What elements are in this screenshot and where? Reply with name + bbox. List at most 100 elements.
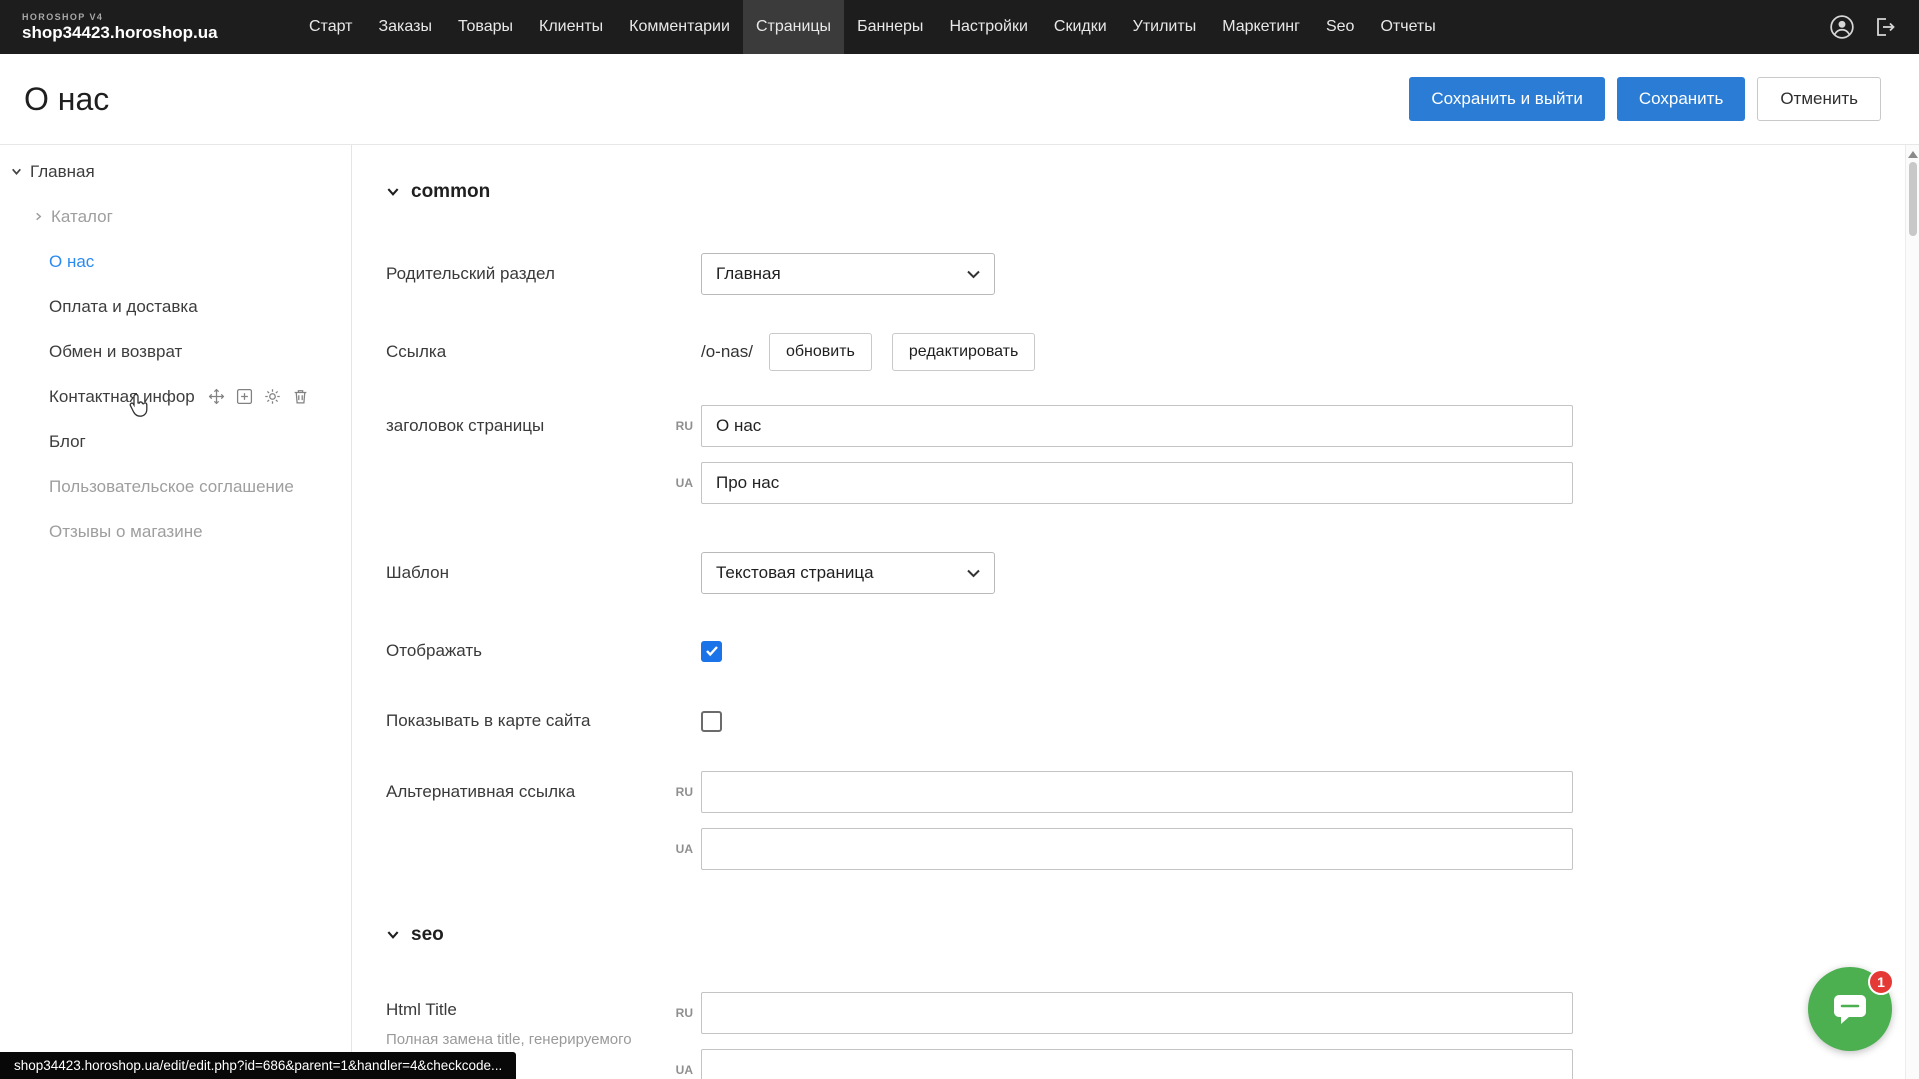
field-hint: Полная замена title, генерируемого xyxy=(386,1031,665,1048)
brand-version: HOROSHOP V4 xyxy=(22,12,274,22)
field-label: Шаблон xyxy=(386,563,701,583)
check-icon xyxy=(705,645,719,657)
alt-link-ua-input[interactable] xyxy=(701,828,1573,870)
brand-domain: shop34423.horoshop.ua xyxy=(22,23,274,43)
nav-item-banners[interactable]: Баннеры xyxy=(844,0,936,54)
sidebar-item-kontaktnaya-informatsiya[interactable]: Контактная инфор xyxy=(0,374,351,419)
sidebar-item-glavnaya[interactable]: Главная xyxy=(0,149,351,194)
nav-item-marketing[interactable]: Маркетинг xyxy=(1209,0,1313,54)
field-label: Ссылка xyxy=(386,342,701,362)
nav-item-comments[interactable]: Комментарии xyxy=(616,0,743,54)
page-url-path: /o-nas/ xyxy=(701,342,753,362)
topbar: HOROSHOP V4 shop34423.horoshop.ua Старт … xyxy=(0,0,1919,54)
tree-item-label: Отзывы о магазине xyxy=(49,522,203,542)
tree-item-label: Блог xyxy=(49,432,86,452)
lang-tag-ru: RU xyxy=(665,785,693,799)
nav-item-products[interactable]: Товары xyxy=(445,0,526,54)
sitemap-checkbox[interactable] xyxy=(701,711,722,732)
sidebar-item-oplata-i-dostavka[interactable]: Оплата и доставка xyxy=(0,284,351,329)
save-button[interactable]: Сохранить xyxy=(1617,77,1745,121)
lang-tag-ua: UA xyxy=(665,842,693,856)
brand[interactable]: HOROSHOP V4 shop34423.horoshop.ua xyxy=(0,12,274,43)
field-label: Альтернативная ссылка xyxy=(386,771,665,870)
field-label: Отображать xyxy=(386,641,701,661)
nav-item-clients[interactable]: Клиенты xyxy=(526,0,616,54)
tree-item-label: Главная xyxy=(30,162,95,182)
html-title-ua-input[interactable] xyxy=(701,1049,1573,1079)
top-nav: Старт Заказы Товары Клиенты Комментарии … xyxy=(296,0,1449,54)
chat-unread-badge: 1 xyxy=(1868,969,1894,995)
scrollbar-thumb[interactable] xyxy=(1909,162,1917,236)
section-title: common xyxy=(411,181,490,203)
scrollbar-up-arrow[interactable] xyxy=(1908,151,1918,158)
html-title-ru-input[interactable] xyxy=(701,992,1573,1034)
status-url-tooltip: shop34423.horoshop.ua/edit/edit.php?id=6… xyxy=(0,1052,516,1079)
nav-item-utilities[interactable]: Утилиты xyxy=(1120,0,1210,54)
display-row: Отображать xyxy=(386,630,1905,672)
html-title-row: Html Title Полная замена title, генериру… xyxy=(386,992,1905,1079)
chevron-down-icon xyxy=(967,569,980,578)
lang-tag-ru: RU xyxy=(665,419,693,433)
refresh-link-button[interactable]: обновить xyxy=(769,333,872,371)
link-row: Ссылка /o-nas/ обновить редактировать xyxy=(386,333,1905,371)
topbar-icons xyxy=(1829,14,1919,40)
field-label: Родительский раздел xyxy=(386,264,701,284)
chevron-right-icon xyxy=(33,211,44,222)
field-label: заголовок страницы xyxy=(386,405,665,504)
page-edit-form: common Родительский раздел Главная Ссылк… xyxy=(353,145,1905,1079)
logout-icon[interactable] xyxy=(1873,15,1897,39)
chat-bubble-icon xyxy=(1830,991,1870,1027)
settings-gear-icon[interactable] xyxy=(264,388,281,405)
lang-tag-ua: UA xyxy=(665,476,693,490)
nav-item-settings[interactable]: Настройки xyxy=(936,0,1040,54)
sidebar-item-katalog[interactable]: Каталог xyxy=(0,194,351,239)
user-account-icon[interactable] xyxy=(1829,14,1855,40)
page-title: О нас xyxy=(0,81,109,118)
tree-item-label: Обмен и возврат xyxy=(49,342,182,362)
nav-item-pages[interactable]: Страницы xyxy=(743,0,844,54)
pages-tree-sidebar: Главная Каталог О нас Оплата и доставка … xyxy=(0,145,352,1079)
parent-section-select[interactable]: Главная xyxy=(701,253,995,295)
tree-item-actions xyxy=(208,388,309,405)
section-common[interactable]: common xyxy=(386,181,1905,203)
sidebar-item-otzyvy-o-magazine[interactable]: Отзывы о магазине xyxy=(0,509,351,554)
page-title-ua-input[interactable] xyxy=(701,462,1573,504)
add-page-icon[interactable] xyxy=(236,388,253,405)
trash-icon[interactable] xyxy=(292,388,309,405)
template-select[interactable]: Текстовая страница xyxy=(701,552,995,594)
move-icon[interactable] xyxy=(208,388,225,405)
chevron-down-icon xyxy=(967,270,980,279)
chevron-down-icon xyxy=(386,928,400,942)
nav-item-orders[interactable]: Заказы xyxy=(365,0,444,54)
nav-item-reports[interactable]: Отчеты xyxy=(1367,0,1448,54)
template-row: Шаблон Текстовая страница xyxy=(386,552,1905,594)
section-seo[interactable]: seo xyxy=(386,924,1905,946)
scrollbar[interactable] xyxy=(1905,145,1919,1079)
field-label: Показывать в карте сайта xyxy=(386,711,701,731)
chat-widget-button[interactable]: 1 xyxy=(1808,967,1892,1051)
nav-item-discounts[interactable]: Скидки xyxy=(1041,0,1120,54)
sidebar-item-polzovatelskoe-soglashenie[interactable]: Пользовательское соглашение xyxy=(0,464,351,509)
alt-link-ru-input[interactable] xyxy=(701,771,1573,813)
nav-item-start[interactable]: Старт xyxy=(296,0,365,54)
nav-item-seo[interactable]: Seo xyxy=(1313,0,1367,54)
cancel-button[interactable]: Отменить xyxy=(1757,77,1881,121)
chevron-down-icon xyxy=(10,165,23,178)
selected-value: Главная xyxy=(716,264,781,284)
field-label: Html Title xyxy=(386,1000,665,1020)
lang-tag-ua: UA xyxy=(665,1063,693,1077)
edit-link-button[interactable]: редактировать xyxy=(892,333,1035,371)
parent-section-row: Родительский раздел Главная xyxy=(386,253,1905,295)
tree-item-label: Контактная инфор xyxy=(49,387,195,407)
save-and-exit-button[interactable]: Сохранить и выйти xyxy=(1409,77,1604,121)
page-header: О нас Сохранить и выйти Сохранить Отмени… xyxy=(0,54,1919,145)
display-checkbox[interactable] xyxy=(701,641,722,662)
page-title-ru-input[interactable] xyxy=(701,405,1573,447)
sidebar-item-o-nas[interactable]: О нас xyxy=(0,239,351,284)
header-buttons: Сохранить и выйти Сохранить Отменить xyxy=(1409,77,1919,121)
tree-item-label: Оплата и доставка xyxy=(49,297,198,317)
selected-value: Текстовая страница xyxy=(716,563,874,583)
sidebar-item-blog[interactable]: Блог xyxy=(0,419,351,464)
sidebar-item-obmen-i-vozvrat[interactable]: Обмен и возврат xyxy=(0,329,351,374)
page-title-row: заголовок страницы RU UA xyxy=(386,405,1905,504)
